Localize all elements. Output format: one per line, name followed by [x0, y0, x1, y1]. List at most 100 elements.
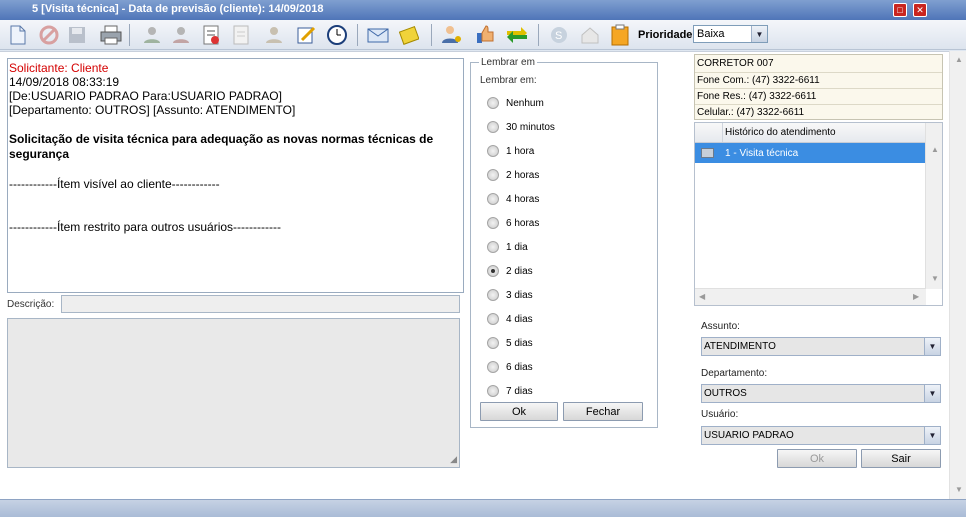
attach-icon[interactable]: [397, 23, 421, 47]
exit-button[interactable]: Sair: [861, 449, 941, 468]
grid-header: Histórico do atendimento: [695, 123, 926, 143]
description-input[interactable]: [61, 295, 460, 313]
radio-label: 1 hora: [506, 145, 535, 157]
radio-option[interactable]: 7 dias: [487, 383, 533, 399]
reminder-label: Lembrar em:: [480, 75, 537, 86]
print-icon[interactable]: [99, 23, 123, 47]
scroll-up-icon[interactable]: ▲: [955, 55, 963, 64]
edit-icon[interactable]: [294, 23, 318, 47]
toolbar-separator: [538, 24, 539, 46]
radio-option[interactable]: 3 dias: [487, 287, 533, 303]
grid-horizontal-scrollbar[interactable]: ◀ ▶: [695, 288, 926, 305]
chevron-down-icon[interactable]: ▼: [924, 338, 940, 355]
scroll-left-icon[interactable]: ◀: [699, 292, 705, 301]
toolbar-separator: [431, 24, 432, 46]
reminder-ok-button[interactable]: Ok: [480, 402, 558, 421]
cancel-icon: [37, 23, 61, 47]
radio-option[interactable]: 6 dias: [487, 359, 533, 375]
radio-label: 7 dias: [506, 385, 533, 397]
radio-option[interactable]: 5 dias: [487, 335, 533, 351]
new-document-icon[interactable]: [6, 23, 30, 47]
radio-label: 6 horas: [506, 217, 540, 229]
grid-vertical-scrollbar[interactable]: ▲ ▼: [925, 123, 942, 289]
radio-button[interactable]: [487, 337, 499, 349]
scroll-up-icon[interactable]: ▲: [931, 145, 939, 154]
radio-button-checked[interactable]: [487, 265, 499, 277]
user-key-icon[interactable]: [440, 23, 464, 47]
close-icon[interactable]: ✕: [913, 3, 927, 17]
radio-option[interactable]: 2 horas: [487, 167, 539, 183]
radio-button[interactable]: [487, 97, 499, 109]
clipboard-icon[interactable]: [608, 23, 632, 47]
chevron-down-icon[interactable]: ▼: [924, 385, 940, 402]
radio-button[interactable]: [487, 193, 499, 205]
radio-option[interactable]: Nenhum: [487, 95, 544, 111]
radio-option[interactable]: 4 horas: [487, 191, 539, 207]
priority-select[interactable]: Baixa ▼: [693, 25, 768, 43]
radio-option-selected[interactable]: 2 dias: [487, 263, 533, 279]
scroll-down-icon[interactable]: ▼: [931, 274, 939, 283]
radio-button[interactable]: [487, 121, 499, 133]
radio-button[interactable]: [487, 313, 499, 325]
radio-button[interactable]: [487, 385, 499, 397]
message-icon: [701, 148, 714, 158]
message-from-to: [De:USUARIO PADRAO Para:USUARIO PADRAO]: [9, 89, 282, 103]
swap-arrows-icon[interactable]: [505, 23, 529, 47]
contact-phone-com: Fone Com.: (47) 3322-6611: [695, 73, 942, 89]
chevron-down-icon[interactable]: ▼: [924, 427, 940, 444]
message-dept-subject: [Departamento: OUTROS] [Assunto: ATENDIM…: [9, 103, 296, 117]
report-icon[interactable]: [199, 23, 223, 47]
radio-option[interactable]: 1 hora: [487, 143, 534, 159]
main-vertical-scrollbar[interactable]: ▲ ▼: [949, 51, 966, 499]
contact-name: CORRETOR 007: [695, 55, 942, 73]
radio-option[interactable]: 4 dias: [487, 311, 533, 327]
radio-label: 4 horas: [506, 193, 540, 205]
user-value: USUARIO PADRAO: [704, 430, 794, 441]
visible-section-divider: ------------Ítem visível ao cliente-----…: [9, 177, 220, 191]
scroll-right-icon[interactable]: ▶: [913, 292, 919, 301]
radio-button[interactable]: [487, 289, 499, 301]
restricted-section-divider: ------------Ítem restrito para outros us…: [9, 220, 281, 234]
radio-button[interactable]: [487, 217, 499, 229]
history-grid: Histórico do atendimento 1 - Visita técn…: [694, 122, 943, 306]
radio-button[interactable]: [487, 361, 499, 373]
subject-select[interactable]: ATENDIMENTO ▼: [701, 337, 941, 356]
radio-option[interactable]: 6 horas: [487, 215, 539, 231]
user-select[interactable]: USUARIO PADRAO ▼: [701, 426, 941, 445]
contact-mobile: Celular.: (47) 3322-6611: [697, 107, 805, 118]
notes-icon: [229, 23, 253, 47]
solicitante-text: Solicitante: Cliente: [9, 61, 109, 75]
table-cell: 1 - Visita técnica: [725, 148, 799, 159]
email-icon[interactable]: [366, 23, 390, 47]
department-select[interactable]: OUTROS ▼: [701, 384, 941, 403]
radio-button[interactable]: [487, 241, 499, 253]
subject-label: Assunto:: [701, 321, 740, 332]
radio-button[interactable]: [487, 145, 499, 157]
main-content: Solicitante: Cliente 14/09/2018 08:33:19…: [0, 51, 966, 499]
ok-button[interactable]: Ok: [777, 449, 857, 468]
resize-grip-icon[interactable]: ◢: [450, 454, 457, 465]
message-subject-text: Solicitação de visita técnica para adequ…: [9, 132, 434, 161]
radio-option[interactable]: 1 dia: [487, 239, 528, 255]
priority-value: Baixa: [697, 28, 725, 40]
reminder-close-button[interactable]: Fechar: [563, 402, 643, 421]
table-row[interactable]: 1 - Visita técnica: [695, 143, 926, 163]
reminder-legend: Lembrar em: [479, 57, 537, 68]
radio-label: Nenhum: [506, 97, 544, 109]
status-bar: [0, 499, 966, 517]
chevron-down-icon[interactable]: ▼: [751, 26, 767, 42]
svg-text:S: S: [555, 30, 562, 42]
clock-icon[interactable]: [325, 23, 349, 47]
message-textarea[interactable]: ◢: [7, 318, 460, 468]
radio-label: 6 dias: [506, 361, 533, 373]
toolbar-separator: [129, 24, 130, 46]
toolbar-separator: [357, 24, 358, 46]
radio-option[interactable]: 30 minutos: [487, 119, 555, 135]
maximize-icon[interactable]: □: [893, 3, 907, 17]
priority-label: Prioridade:: [638, 29, 697, 41]
thumbs-up-icon[interactable]: [473, 23, 497, 47]
radio-label: 3 dias: [506, 289, 533, 301]
scroll-down-icon[interactable]: ▼: [955, 485, 963, 494]
radio-button[interactable]: [487, 169, 499, 181]
reminder-fieldset: Lembrar em Lembrar em: Nenhum 30 minutos…: [470, 57, 658, 428]
